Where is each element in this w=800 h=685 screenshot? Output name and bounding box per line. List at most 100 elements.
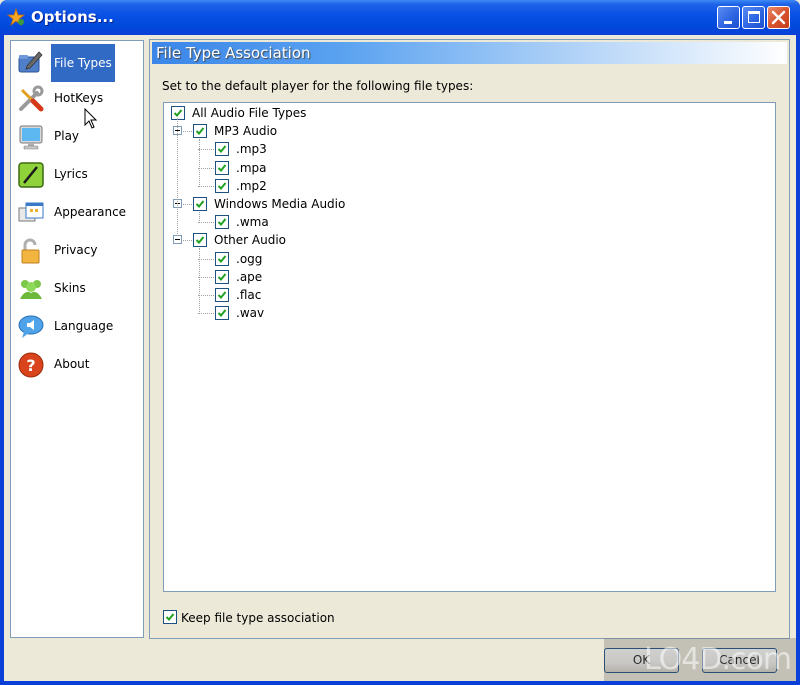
sidebar-item-privacy[interactable]: Privacy [17,234,137,268]
tree-connector [198,258,214,260]
tree-item-label: .ogg [236,251,263,266]
tree-connector [183,204,192,205]
tree-connector [198,185,214,187]
checkmark-icon [217,309,227,318]
file-type-tree[interactable]: All Audio File Types MP3 Audio .mp3 .mpa .mp… [163,102,776,592]
minimize-icon [724,21,732,24]
checkmark-icon [173,109,183,117]
sidebar-item-label: Appearance [54,205,127,219]
cancel-button[interactable]: Cancel [702,648,777,673]
checkmark-icon [165,613,175,621]
tree-item-checkbox[interactable] [215,160,229,175]
tree-group-item[interactable]: MP3 Audio [164,122,775,140]
options-window: Options... File Types HotKeys Play Lyric… [0,0,800,685]
sidebar-item-file-types[interactable]: File Types [17,44,137,82]
tree-item-label: .ape [236,269,263,284]
tree-connector [199,212,200,224]
tree-item-label: .mpa [236,160,267,175]
sidebar-item-label: About [54,357,90,371]
title-bar[interactable]: Options... [0,0,800,35]
minimize-button[interactable] [717,6,740,29]
tree-item-label: Other Audio [214,233,286,248]
tree-item-checkbox[interactable] [215,251,229,266]
tree-item-label: .flac [236,288,262,302]
tree-connector [199,139,200,187]
checkmark-icon [217,182,227,190]
tree-connector [183,240,192,242]
tree-group-item[interactable]: Other Audio [164,231,775,249]
close-button[interactable] [767,6,790,29]
tree-leaf-item[interactable]: .ogg [164,250,775,268]
close-icon [771,10,786,25]
dialog-client: File Types HotKeys Play Lyrics Appearanc… [4,35,796,681]
sidebar-item-label: Skins [54,281,86,295]
window-icon [18,202,44,222]
monitor-icon [19,125,43,150]
tree-connector [198,167,214,169]
file-types-icon [18,51,43,73]
sidebar-item-label: HotKeys [54,91,104,105]
app-star-icon [7,8,25,26]
tree-item-label: .wma [236,215,269,230]
checkmark-icon [217,254,227,263]
collapse-toggle-icon[interactable] [173,235,182,245]
tree-item-checkbox[interactable] [193,124,207,139]
sidebar-item-lyrics[interactable]: Lyrics [17,158,137,192]
tree-item-label: .mp2 [236,178,267,193]
ok-button[interactable]: OK [604,648,679,673]
file-type-panel: File Type Association Set to the default… [149,39,790,639]
tree-item-checkbox[interactable] [215,178,229,193]
tree-item-checkbox[interactable] [215,288,229,302]
checkmark-icon [217,163,227,172]
tree-item-label: Windows Media Audio [214,197,346,211]
tree-item-checkbox[interactable] [215,215,229,230]
tree-connector [198,149,214,151]
tree-group-item[interactable]: Windows Media Audio [164,195,775,213]
tree-item-label: All Audio File Types [192,106,307,120]
sidebar-item-label: File Types [51,44,115,82]
sidebar-item-label: Language [54,319,114,333]
maximize-button[interactable] [742,6,765,29]
sidebar-item-play[interactable]: Play [17,120,137,154]
tree-leaf-item[interactable]: .mpa [164,159,775,177]
panel-header: File Type Association [152,42,787,64]
sidebar-item-label: Privacy [54,243,98,257]
tree-leaf-item[interactable]: .ape [164,268,775,286]
users-icon [20,280,42,299]
tree-item-checkbox[interactable] [215,306,229,321]
tree-leaf-item[interactable]: .mp3 [164,140,775,158]
keep-association-checkbox[interactable] [163,610,177,624]
tree-item-checkbox[interactable] [215,269,229,284]
sidebar-item-hotkeys[interactable]: HotKeys [17,82,137,116]
tree-item-label: MP3 Audio [214,124,278,139]
sidebar-item-language[interactable]: Language [17,310,137,344]
sidebar-item-about[interactable]: ? About [17,348,137,382]
checkmark-icon [217,218,227,227]
tree-item-checkbox[interactable] [193,197,207,211]
tree-leaf-item[interactable]: .mp2 [164,177,775,195]
sidebar-item-skins[interactable]: Skins [17,272,137,306]
tree-connector [198,276,214,278]
checkmark-icon [217,273,227,281]
tree-item-label: .wav [236,306,265,321]
tree-connector [198,222,214,224]
tree-leaf-item[interactable]: .flac [164,286,775,304]
tree-leaf-item[interactable]: .wma [164,213,775,231]
panel-title: File Type Association [156,44,311,62]
tree-root-item[interactable]: All Audio File Types [164,104,775,122]
tree-connector [183,131,192,133]
tree-connector [198,313,214,315]
sidebar-item-appearance[interactable]: Appearance [17,196,137,230]
sidebar-item-label: Play [54,129,80,143]
window-title: Options... [31,8,114,26]
tree-item-checkbox[interactable] [193,233,207,248]
svg-text:?: ? [26,356,35,375]
pen-icon [18,162,44,188]
tree-item-label: .mp3 [236,142,267,157]
tree-connector [177,118,178,237]
tree-leaf-item[interactable]: .wav [164,304,775,322]
tree-item-checkbox[interactable] [215,142,229,157]
keep-association-label: Keep file type association [181,611,335,625]
tree-item-checkbox[interactable] [171,106,185,120]
tree-connector [199,248,200,315]
